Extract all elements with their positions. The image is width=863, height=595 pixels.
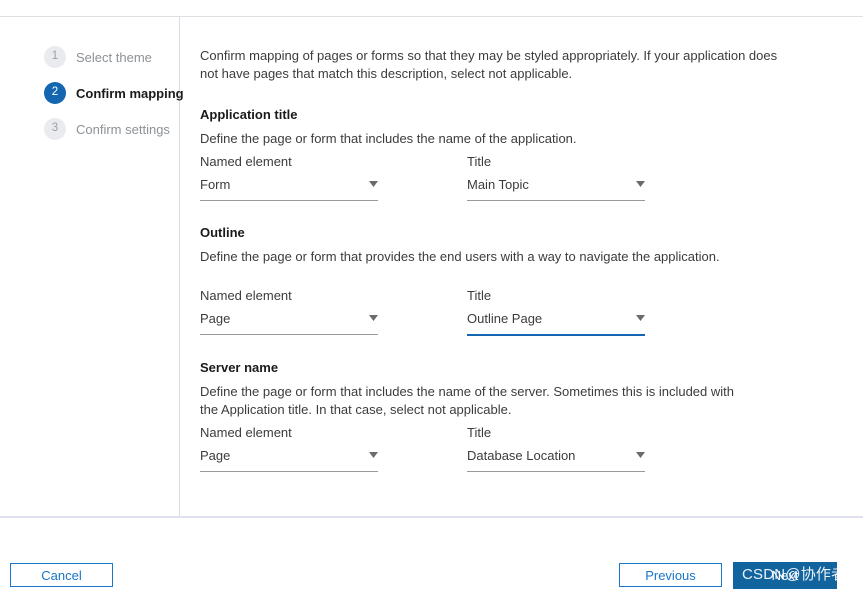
- field-named-element: Named element Page: [200, 288, 378, 336]
- section-heading: Outline: [200, 225, 245, 240]
- named-element-select[interactable]: Form: [200, 177, 378, 201]
- field-named-element: Named element Form: [200, 154, 378, 201]
- chevron-down-icon: [369, 315, 378, 321]
- step-label: Confirm mapping: [76, 85, 184, 101]
- wizard-footer: Cancel Previous Next: [0, 518, 863, 595]
- field-title: Title Main Topic: [467, 154, 645, 201]
- chevron-down-icon: [369, 181, 378, 187]
- step-confirm-mapping[interactable]: 2 Confirm mapping: [0, 75, 184, 111]
- title-select[interactable]: Main Topic: [467, 177, 645, 201]
- wizard-step-rail: 1 Select theme 2 Confirm mapping 3 Confi…: [0, 17, 184, 516]
- field-named-element: Named element Page: [200, 425, 378, 472]
- section-server-name: Server name Define the page or form that…: [200, 360, 863, 472]
- field-label: Named element: [200, 425, 292, 440]
- section-description: Define the page or form that provides th…: [200, 249, 720, 264]
- step-number-badge: 3: [44, 118, 66, 140]
- named-element-select[interactable]: Page: [200, 448, 378, 472]
- field-row: Named element Page Title Outline Page: [200, 288, 863, 336]
- named-element-select[interactable]: Page: [200, 311, 378, 335]
- next-button[interactable]: Next: [733, 562, 837, 589]
- field-label: Named element: [200, 288, 292, 303]
- field-label: Title: [467, 425, 492, 440]
- title-select[interactable]: Outline Page: [467, 311, 645, 336]
- section-application-title: Application title Define the page or for…: [200, 107, 863, 201]
- select-value: Database Location: [467, 448, 576, 463]
- cancel-button[interactable]: Cancel: [10, 563, 113, 587]
- field-title: Title Outline Page: [467, 288, 645, 336]
- previous-button[interactable]: Previous: [619, 563, 722, 587]
- chevron-down-icon: [636, 315, 645, 321]
- field-label: Title: [467, 154, 492, 169]
- wizard-content-panel: Confirm mapping of pages or forms so tha…: [180, 17, 863, 516]
- field-label: Title: [467, 288, 492, 303]
- chevron-down-icon: [369, 452, 378, 458]
- section-outline: Outline Define the page or form that pro…: [200, 225, 863, 336]
- field-label: Named element: [200, 154, 292, 169]
- field-title: Title Database Location: [467, 425, 645, 472]
- section-description: Define the page or form that includes th…: [200, 384, 734, 417]
- field-row: Named element Form Title Main Topic: [200, 154, 863, 201]
- section-description: Define the page or form that includes th…: [200, 131, 577, 146]
- step-label: Confirm settings: [76, 121, 170, 137]
- step-number-badge: 1: [44, 46, 66, 68]
- chevron-down-icon: [636, 181, 645, 187]
- step-confirm-settings[interactable]: 3 Confirm settings: [0, 111, 179, 147]
- intro-text: Confirm mapping of pages or forms so tha…: [200, 48, 778, 81]
- section-heading: Server name: [200, 360, 279, 375]
- wizard-container: 1 Select theme 2 Confirm mapping 3 Confi…: [0, 17, 863, 516]
- step-label: Select theme: [76, 49, 152, 65]
- step-number-badge: 2: [44, 82, 66, 104]
- title-select[interactable]: Database Location: [467, 448, 645, 472]
- select-value: Page: [200, 311, 231, 326]
- section-heading: Application title: [200, 107, 298, 122]
- select-value: Main Topic: [467, 177, 529, 192]
- field-row: Named element Page Title Database Locati…: [200, 425, 863, 472]
- step-select-theme[interactable]: 1 Select theme: [0, 39, 179, 75]
- select-value: Outline Page: [467, 311, 543, 326]
- chevron-down-icon: [636, 452, 645, 458]
- select-value: Form: [200, 177, 231, 192]
- select-value: Page: [200, 448, 231, 463]
